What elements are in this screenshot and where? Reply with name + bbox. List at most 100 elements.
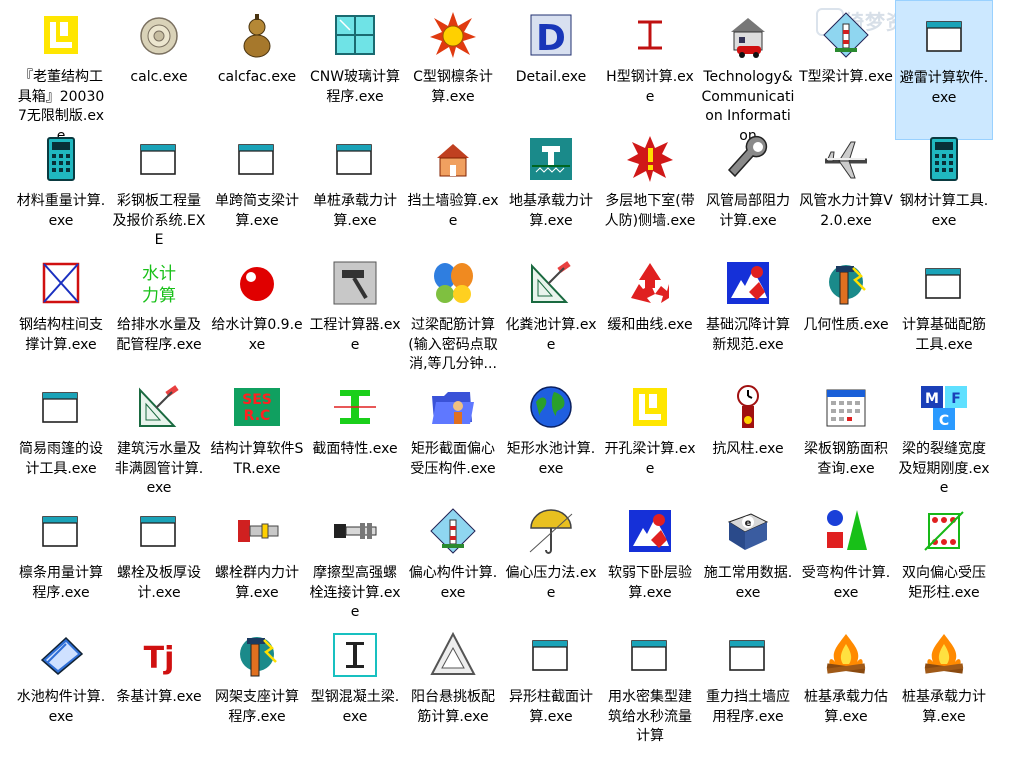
file-item[interactable]: 挡土墙验算.exe: [404, 124, 502, 264]
file-label: 用水密集型建筑给水秒流量计算: [608, 689, 692, 744]
file-item[interactable]: 计算基础配筋工具.exe: [895, 248, 993, 388]
file-item[interactable]: calcfac.exe: [208, 0, 306, 140]
detail-d-icon: D: [526, 10, 576, 60]
file-item[interactable]: 摩擦型高强螺栓连接计算.exe: [306, 496, 404, 636]
shapes-icon: [821, 506, 871, 556]
file-item[interactable]: 网架支座计算程序.exe: [208, 620, 306, 760]
file-item[interactable]: 『老董结构工具箱』200307无限制版.exe: [12, 0, 110, 144]
svg-text:M: M: [925, 391, 939, 407]
file-item[interactable]: 型钢混凝土梁.exe: [306, 620, 404, 760]
file-item[interactable]: 用水密集型建筑给水秒流量计算: [601, 620, 699, 760]
file-label: 给排水水量及配管程序.exe: [116, 317, 202, 353]
file-item[interactable]: 阳台悬挑板配筋计算.exe: [404, 620, 502, 760]
file-label: 化粪池计算.exe: [505, 317, 597, 353]
file-item[interactable]: 桩基承载力估算.exe: [797, 620, 895, 760]
file-item[interactable]: calc.exe: [110, 0, 208, 140]
file-item[interactable]: 单跨简支梁计算.exe: [208, 124, 306, 264]
file-item[interactable]: e 施工常用数据.exe: [699, 496, 797, 636]
file-item[interactable]: H型钢计算.exe: [601, 0, 699, 140]
file-item[interactable]: 风管局部阻力计算.exe: [699, 124, 797, 264]
file-item[interactable]: 偏心构件计算.exe: [404, 496, 502, 636]
file-item[interactable]: 软弱下卧层验算.exe: [601, 496, 699, 636]
globe-icon: [526, 382, 576, 432]
file-item[interactable]: 避雷计算软件.exe: [895, 0, 993, 140]
file-item[interactable]: SES R.C 结构计算软件STR.exe: [208, 372, 306, 512]
file-item[interactable]: 截面特性.exe: [306, 372, 404, 512]
file-item[interactable]: 檩条用量计算程序.exe: [12, 496, 110, 636]
file-item[interactable]: 地基承载力计算.exe: [502, 124, 600, 264]
file-label: 水池构件计算.exe: [16, 689, 106, 725]
glass-window-icon: [330, 10, 380, 60]
file-item[interactable]: 梁板钢筋面积查询.exe: [797, 372, 895, 512]
shell-icon: [134, 10, 184, 60]
h-beam-icon: [625, 10, 675, 60]
file-item[interactable]: 风管水力计算V2.0.exe: [797, 124, 895, 264]
file-item[interactable]: 基础沉降计算新规范.exe: [699, 248, 797, 388]
file-item[interactable]: CNW玻璃计算程序.exe: [306, 0, 404, 140]
file-label: 重力挡土墙应用程序.exe: [706, 689, 790, 725]
window-app-icon: [330, 134, 380, 184]
file-item[interactable]: 几何性质.exe: [797, 248, 895, 388]
file-label: 矩形水池计算.exe: [506, 441, 596, 477]
file-item[interactable]: 水计 力算 给排水水量及配管程序.exe: [110, 248, 208, 388]
file-item[interactable]: 材料重量计算.exe: [12, 124, 110, 264]
svg-text:力算: 力算: [142, 286, 176, 306]
file-label: 风管局部阻力计算.exe: [706, 193, 790, 229]
file-item[interactable]: 双向偏心受压矩形柱.exe: [895, 496, 993, 636]
file-item[interactable]: 螺栓群内力计算.exe: [208, 496, 306, 636]
file-item[interactable]: 螺栓及板厚设计.exe: [110, 496, 208, 636]
file-label: 偏心压力法.exe: [505, 565, 597, 601]
file-item[interactable]: 异形柱截面计算.exe: [502, 620, 600, 760]
starburst-icon: [428, 10, 478, 60]
file-label: 风管水力计算V2.0.exe: [799, 193, 893, 229]
file-item[interactable]: 抗风柱.exe: [699, 372, 797, 512]
file-label: 单桩承载力计算.exe: [313, 193, 397, 229]
file-item[interactable]: 钢结构柱间支撑计算.exe: [12, 248, 110, 388]
file-item[interactable]: Technology&Communication Information: [699, 0, 797, 144]
file-label: 工程计算器.exe: [309, 317, 401, 353]
file-item[interactable]: 多层地下室(带人防)侧墙.exe: [601, 124, 699, 264]
file-label: 桩基承载力计算.exe: [902, 689, 986, 725]
file-item[interactable]: M F C 梁的裂缝宽度及短期刚度.exe: [895, 372, 993, 512]
file-label: 异形柱截面计算.exe: [509, 689, 593, 725]
file-item[interactable]: 化粪池计算.exe: [502, 248, 600, 388]
file-item[interactable]: 过梁配筋计算(输入密码点取消,等几分钟...: [404, 248, 502, 388]
file-item[interactable]: 彩钢板工程量及报价系统.EXE: [110, 124, 208, 264]
framed-ibeam-icon: [330, 630, 380, 680]
file-item[interactable]: 开孔梁计算.exe: [601, 372, 699, 512]
file-item[interactable]: 桩基承载力计算.exe: [895, 620, 993, 760]
file-item[interactable]: 工程计算器.exe: [306, 248, 404, 388]
column-bolt-icon: [821, 258, 871, 308]
file-item[interactable]: 给水计算0.9.exe: [208, 248, 306, 388]
long-bolt-icon: [330, 506, 380, 556]
file-label: 地基承载力计算.exe: [509, 193, 593, 229]
lighthouse-icon: [428, 506, 478, 556]
file-item[interactable]: D Detail.exe: [502, 0, 600, 140]
file-item[interactable]: 单桩承载力计算.exe: [306, 124, 404, 264]
window-app-icon: [723, 630, 773, 680]
file-item[interactable]: 矩形截面偏心受压构件.exe: [404, 372, 502, 512]
file-label: 截面特性.exe: [312, 441, 398, 457]
file-item[interactable]: 简易雨篷的设计工具.exe: [12, 372, 110, 512]
file-item[interactable]: Tj 条基计算.exe: [110, 620, 208, 760]
file-item[interactable]: 缓和曲线.exe: [601, 248, 699, 388]
file-item[interactable]: C型钢檩条计算.exe: [404, 0, 502, 140]
foundation-icon: [526, 134, 576, 184]
file-item[interactable]: 水池构件计算.exe: [12, 620, 110, 760]
clock-icon: [723, 382, 773, 432]
file-label: 单跨简支梁计算.exe: [215, 193, 299, 229]
bolt-icon: [232, 506, 282, 556]
file-item[interactable]: 受弯构件计算.exe: [797, 496, 895, 636]
file-icon-grid: 『老董结构工具箱』200307无限制版.exe calc.exe calcfac.e…: [12, 0, 1012, 777]
warning-burst-icon: [625, 134, 675, 184]
file-item[interactable]: 建筑污水量及非满圆管计算.exe: [110, 372, 208, 512]
file-label: 桩基承载力估算.exe: [804, 689, 888, 725]
hammer-icon: [330, 258, 380, 308]
file-item[interactable]: 偏心压力法.exe: [502, 496, 600, 636]
file-item[interactable]: T型梁计算.exe: [797, 0, 895, 140]
red-ball-icon: [232, 258, 282, 308]
file-item[interactable]: 重力挡土墙应用程序.exe: [699, 620, 797, 760]
file-item[interactable]: 矩形水池计算.exe: [502, 372, 600, 512]
svg-text:R.C: R.C: [244, 408, 271, 424]
file-item[interactable]: 钢材计算工具.exe: [895, 124, 993, 264]
